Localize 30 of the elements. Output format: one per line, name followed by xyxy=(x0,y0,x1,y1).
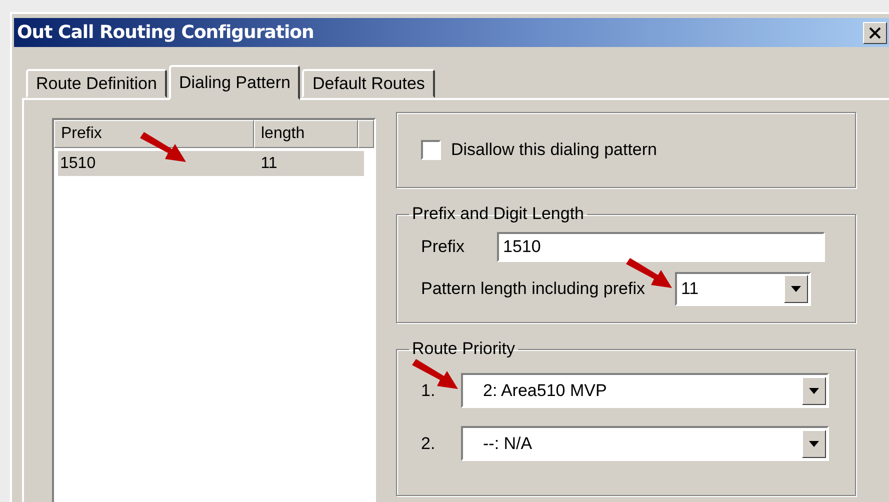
column-header[interactable]: Prefix xyxy=(54,120,254,148)
checkbox-label: Disallow this dialing pattern xyxy=(451,140,657,160)
caret-icon xyxy=(809,440,819,446)
checkbox[interactable] xyxy=(421,140,441,160)
priority-number: 1. xyxy=(421,380,436,400)
column-header[interactable]: length xyxy=(254,120,358,148)
group-title: Prefix and Digit Length xyxy=(411,204,585,224)
dropdown[interactable]: 2: Area510 MVP xyxy=(461,373,829,408)
dropdown-button[interactable] xyxy=(802,376,826,404)
field-label: Prefix xyxy=(421,237,466,257)
dropdown[interactable]: --: N/A xyxy=(461,426,829,461)
field-label: Pattern length including prefix xyxy=(421,279,645,299)
input-field[interactable]: 1510 xyxy=(497,232,825,262)
close-button[interactable] xyxy=(863,22,887,44)
close-icon xyxy=(868,26,882,38)
dropdown-button[interactable] xyxy=(784,275,808,303)
caret-icon xyxy=(790,286,801,292)
tab[interactable]: Route Definition xyxy=(26,69,167,98)
list-row[interactable]: 1510 11 xyxy=(58,151,364,176)
dropdown[interactable]: 11 xyxy=(674,272,811,306)
priority-number: 2. xyxy=(421,434,436,454)
dropdown-button[interactable] xyxy=(802,430,826,458)
table-cell-text: 11 xyxy=(260,154,278,172)
table-cell-text: 1510 xyxy=(59,154,97,172)
annotation-arrow xyxy=(138,132,188,164)
caret-icon xyxy=(809,388,819,394)
group-title: Route Priority xyxy=(411,339,516,359)
tab[interactable]: Default Routes xyxy=(302,69,435,98)
tab[interactable]: Dialing Pattern xyxy=(168,65,300,100)
window-title: Out Call Routing Configuration xyxy=(17,22,314,43)
